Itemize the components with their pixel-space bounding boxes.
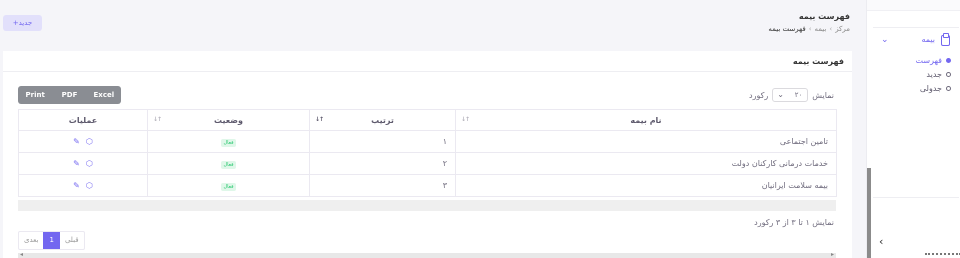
page-title: فهرست بیمه (798, 12, 850, 21)
column-header-operations: عملیات (18, 109, 148, 131)
length-suffix: رکورد (749, 90, 769, 100)
cell-order: ۲ (309, 152, 456, 175)
table-info: نمایش ۱ تا ۳ از ۳ رکورد (754, 218, 834, 227)
box-icon[interactable]: ⬡ (86, 137, 93, 146)
chevron-down-icon: ⌄ (881, 35, 889, 45)
cell-status: فعال (147, 174, 310, 197)
pencil-icon[interactable]: ✎ (73, 159, 80, 168)
breadcrumb-separator: › (808, 25, 812, 33)
column-header-status[interactable]: وضعیت ↑↓ (147, 109, 310, 131)
chevron-left-icon[interactable]: ‹ (879, 235, 883, 248)
length-prefix: نمایش (812, 90, 834, 100)
cell-name: تامین اجتماعی (455, 130, 837, 153)
print-button[interactable]: Print (18, 86, 52, 104)
sidebar-item-label: جدولی (919, 84, 942, 93)
table-horizontal-scrollbar[interactable] (18, 200, 836, 211)
cell-status: فعال (147, 152, 310, 175)
status-badge: فعال (220, 182, 237, 191)
breadcrumb-insurance[interactable]: بیمه (815, 25, 827, 33)
cell-order: ۱ (309, 130, 456, 153)
sidebar-footer-dots (925, 253, 960, 256)
insurance-table: نام بیمه ↑↓ ترتیب ↑↓ وضعیت ↑↓ عملیات تامین … (18, 109, 837, 197)
sidebar-menu-insurance[interactable]: ⌄ بیمه (879, 33, 957, 49)
page-horizontal-scrollbar[interactable]: ◂ ▸ (18, 251, 836, 258)
cell-operations: ⬡✎ (18, 152, 148, 175)
card-divider (3, 71, 852, 72)
breadcrumb-home[interactable]: مرکز (835, 25, 850, 33)
breadcrumb: مرکز›بیمه›فهرست بیمه (768, 25, 850, 33)
chevron-down-icon: ⌄ (777, 90, 784, 99)
sidebar-divider (873, 27, 959, 28)
export-button-group: Print PDF Excel (18, 86, 121, 104)
cell-order: ۳ (309, 174, 456, 197)
status-badge: فعال (220, 138, 237, 147)
box-icon[interactable]: ⬡ (86, 181, 93, 190)
column-header-order[interactable]: ترتیب ↑↓ (309, 109, 456, 131)
sidebar-item-new[interactable]: جدید (883, 70, 951, 82)
sidebar-item-grid[interactable]: جدولی (883, 84, 951, 96)
breadcrumb-current: فهرست بیمه (768, 25, 806, 33)
sidebar-item-label: فهرست (915, 56, 942, 65)
pagination: بعدی 1 قبلی (18, 231, 85, 250)
sidebar-scrollbar[interactable] (867, 168, 871, 258)
table-row: تامین اجتماعی ۱ فعال ⬡✎ (18, 130, 837, 153)
pencil-icon[interactable]: ✎ (73, 181, 80, 190)
page-length-select[interactable]: ۲۰ ⌄ (772, 88, 809, 102)
bullet-icon (946, 72, 951, 77)
sidebar-header (867, 0, 960, 11)
clipboard-icon (941, 33, 950, 46)
breadcrumb-separator: › (829, 25, 833, 33)
page-length-value: ۲۰ (794, 91, 803, 99)
sort-icon: ↑↓ (153, 116, 162, 123)
bullet-icon (946, 86, 951, 91)
page-length-control: نمایش ۲۰ ⌄ رکورد (749, 88, 834, 102)
excel-button[interactable]: Excel (87, 86, 121, 104)
pagination-prev[interactable]: قبلی (60, 232, 84, 249)
insurance-list-card: فهرست بیمه Print PDF Excel نمایش ۲۰ ⌄ رک… (3, 51, 852, 258)
sidebar: ⌄ بیمه فهرست جدید جدولی ‹ (866, 0, 960, 258)
scroll-left-icon[interactable]: ◂ (20, 251, 23, 258)
sort-icon: ↑↓ (461, 116, 470, 123)
table-row: بیمه سلامت ایرانیان ۳ فعال ⬡✎ (18, 174, 837, 197)
pagination-next[interactable]: بعدی (19, 232, 43, 249)
sidebar-item-label: جدید (926, 70, 942, 79)
cell-name: خدمات درمانی کارکنان دولت (455, 152, 837, 175)
table-header-row: نام بیمه ↑↓ ترتیب ↑↓ وضعیت ↑↓ عملیات (18, 109, 837, 131)
cell-operations: ⬡✎ (18, 130, 148, 153)
box-icon[interactable]: ⬡ (86, 159, 93, 168)
sidebar-item-list[interactable]: فهرست (883, 56, 951, 68)
sidebar-divider (873, 197, 959, 198)
cell-operations: ⬡✎ (18, 174, 148, 197)
card-title: فهرست بیمه (792, 57, 844, 66)
column-header-name[interactable]: نام بیمه ↑↓ (455, 109, 837, 131)
cell-status: فعال (147, 130, 310, 153)
pagination-page-1[interactable]: 1 (43, 232, 60, 249)
table-row: خدمات درمانی کارکنان دولت ۲ فعال ⬡✎ (18, 152, 837, 175)
add-new-button[interactable]: +جدید (3, 15, 42, 31)
pdf-button[interactable]: PDF (52, 86, 86, 104)
status-badge: فعال (220, 160, 237, 169)
sort-asc-icon: ↑↓ (315, 116, 324, 123)
pencil-icon[interactable]: ✎ (73, 137, 80, 146)
cell-name: بیمه سلامت ایرانیان (455, 174, 837, 197)
bullet-icon (946, 58, 951, 63)
sidebar-menu-label: بیمه (921, 35, 935, 44)
scroll-right-icon[interactable]: ▸ (831, 251, 834, 258)
